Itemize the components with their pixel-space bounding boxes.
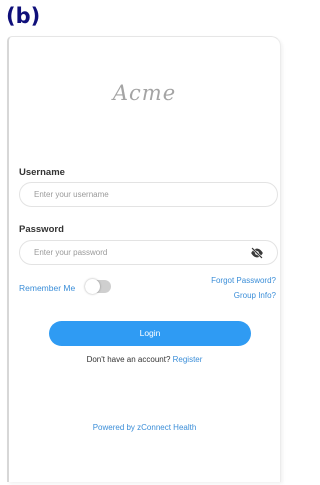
no-account-text: Don't have an account? (86, 355, 171, 364)
remember-me-label: Remember Me (19, 283, 76, 293)
username-placeholder: Enter your username (34, 190, 109, 199)
login-button[interactable]: Login (49, 321, 251, 346)
eye-slash-icon[interactable] (250, 246, 264, 260)
toggle-knob (85, 279, 100, 294)
figure-label: (b) (6, 4, 41, 28)
register-link[interactable]: Register (173, 355, 203, 364)
password-label: Password (19, 224, 64, 235)
remember-me-toggle[interactable] (85, 279, 111, 294)
username-input[interactable]: Enter your username (19, 182, 278, 207)
group-info-link[interactable]: Group Info? (234, 291, 276, 300)
powered-by-text: Powered by zConnect Health (92, 423, 197, 432)
username-label: Username (19, 167, 65, 178)
password-input[interactable]: Enter your password (19, 240, 278, 265)
password-placeholder: Enter your password (34, 248, 108, 257)
forgot-password-link[interactable]: Forgot Password? (211, 276, 276, 285)
register-prompt: Don't have an account? Register (9, 355, 280, 364)
login-screen: Acme Username Enter your username Passwo… (7, 36, 281, 482)
app-logo: Acme (112, 81, 177, 105)
